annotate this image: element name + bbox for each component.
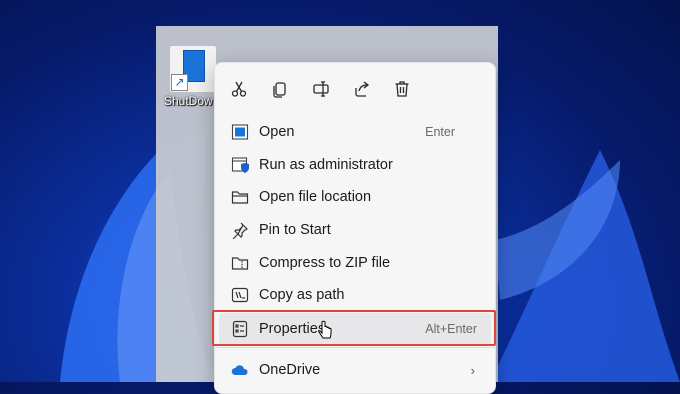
- zip-folder-icon: [231, 257, 249, 270]
- open-icon: [231, 124, 249, 140]
- rename-icon: [313, 81, 329, 97]
- copy-button[interactable]: [266, 75, 294, 103]
- menu-item-compress-to-zip[interactable]: Compress to ZIP file: [219, 247, 491, 279]
- menu-item-label: Open: [259, 124, 295, 140]
- menu-item-onedrive[interactable]: OneDrive ›: [219, 354, 491, 386]
- context-menu-toolbar: [215, 75, 495, 103]
- share-button[interactable]: [348, 75, 376, 103]
- chevron-right-icon: ›: [470, 363, 475, 378]
- cut-icon: [231, 81, 247, 97]
- cut-button[interactable]: [225, 75, 253, 103]
- menu-separator: [215, 347, 495, 348]
- menu-item-open-file-location[interactable]: Open file location: [219, 181, 491, 213]
- menu-item-shortcut: Enter: [425, 125, 455, 139]
- folder-icon: [231, 191, 249, 204]
- menu-item-label: Copy as path: [259, 287, 345, 303]
- properties-highlight-box: [212, 310, 496, 346]
- menu-item-label: Run as administrator: [259, 157, 393, 173]
- share-icon: [355, 81, 370, 97]
- shortcut-file-icon: ↗: [170, 46, 216, 92]
- delete-button[interactable]: [388, 75, 416, 103]
- shield-window-icon: [231, 157, 249, 173]
- menu-item-label: Pin to Start: [259, 222, 331, 238]
- copy-icon: [273, 82, 286, 98]
- mouse-pointer-icon: [318, 320, 332, 339]
- menu-item-open[interactable]: Open Enter: [219, 116, 491, 148]
- pin-icon: [232, 222, 249, 239]
- menu-item-label: Open file location: [259, 189, 372, 205]
- rename-button[interactable]: [307, 75, 335, 103]
- delete-icon: [395, 81, 409, 97]
- menu-item-copy-as-path[interactable]: Copy as path: [219, 279, 491, 311]
- shortcut-arrow-icon: ↗: [171, 74, 188, 91]
- menu-item-pin-to-start[interactable]: Pin to Start: [219, 214, 491, 246]
- copy-path-icon: [231, 287, 249, 303]
- menu-item-label: OneDrive: [259, 362, 321, 378]
- menu-item-label: Compress to ZIP file: [259, 255, 391, 271]
- cloud-icon: [231, 365, 248, 375]
- menu-item-run-as-administrator[interactable]: Run as administrator: [219, 149, 491, 181]
